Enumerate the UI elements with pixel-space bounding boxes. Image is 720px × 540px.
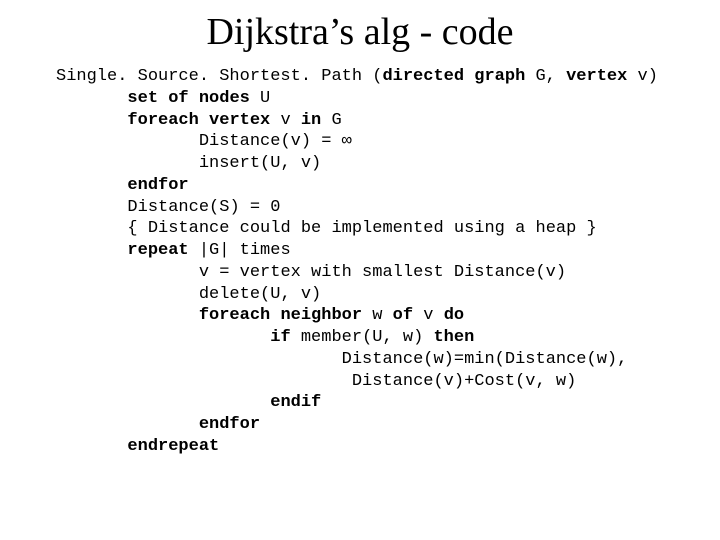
code-line-14: Distance(w)=min(Distance(w), — [56, 350, 627, 369]
code-line-11: delete(U, v) — [56, 285, 321, 304]
code-line-12: foreach neighbor w of v do — [56, 306, 464, 325]
code-line-9: repeat |G| times — [56, 241, 291, 260]
code-line-4: Distance(v) = ∞ — [56, 132, 352, 151]
code-block: Single. Source. Shortest. Path (directed… — [0, 66, 720, 458]
slide: Dijkstra’s alg - code Single. Source. Sh… — [0, 0, 720, 540]
code-line-10: v = vertex with smallest Distance(v) — [56, 263, 566, 282]
code-line-15: Distance(v)+Cost(v, w) — [56, 372, 576, 391]
code-line-2: set of nodes U — [56, 89, 270, 108]
code-line-5: insert(U, v) — [56, 154, 321, 173]
code-line-1: Single. Source. Shortest. Path (directed… — [56, 67, 658, 86]
code-line-13: if member(U, w) then — [56, 328, 474, 347]
code-line-3: foreach vertex v in G — [56, 111, 342, 130]
code-line-17: endfor — [56, 415, 260, 434]
code-line-16: endif — [56, 393, 321, 412]
code-line-7: Distance(S) = 0 — [56, 198, 280, 217]
code-line-6: endfor — [56, 176, 189, 195]
slide-title: Dijkstra’s alg - code — [0, 10, 720, 54]
code-line-8: { Distance could be implemented using a … — [56, 219, 597, 238]
code-line-18: endrepeat — [56, 437, 219, 456]
